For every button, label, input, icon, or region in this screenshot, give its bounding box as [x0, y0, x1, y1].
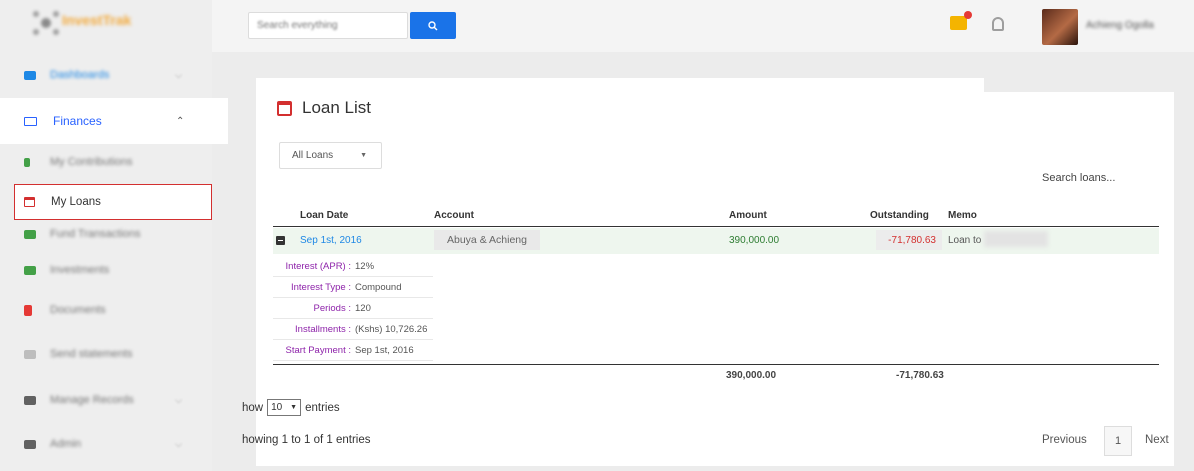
mail-icon[interactable]	[950, 16, 967, 30]
entries-select[interactable]: 10 ▼	[267, 399, 302, 416]
detail-row: Periods : 120	[273, 298, 433, 319]
pagination-previous[interactable]: Previous	[1042, 434, 1087, 446]
loan-filter-select[interactable]: All Loans ▼	[279, 142, 382, 169]
column-header-amount[interactable]: Amount	[729, 210, 767, 221]
records-icon	[24, 395, 36, 405]
detail-label: Interest (APR) :	[285, 260, 351, 272]
page-title-text: Loan List	[302, 98, 371, 117]
detail-value: 12%	[355, 260, 375, 272]
column-header-loan-date[interactable]: Loan Date	[300, 210, 348, 221]
detail-row: Interest (APR) : 12%	[273, 256, 433, 277]
search-box	[248, 12, 415, 39]
transactions-icon	[24, 229, 36, 239]
loan-filter-value: All Loans	[292, 150, 334, 161]
chevron-down-icon: ⌵	[175, 438, 182, 449]
footer-divider	[273, 364, 1159, 365]
sidebar-item-my-loans[interactable]: My Loans	[14, 184, 212, 220]
user-name[interactable]: Achieng Ogolla	[1086, 20, 1154, 31]
search-button[interactable]	[410, 12, 456, 39]
dropdown-arrow-icon: ▼	[290, 404, 298, 411]
column-header-outstanding[interactable]: Outstanding	[870, 210, 929, 221]
total-outstanding: -71,780.63	[896, 370, 944, 381]
investments-icon	[24, 265, 36, 275]
sidebar-item-label: Investments	[50, 264, 110, 276]
entries-length: how 10 ▼ entries	[242, 399, 340, 416]
entries-label: entries	[305, 401, 340, 414]
money-icon	[24, 116, 37, 126]
sidebar-item-send-statements[interactable]: Send statements	[0, 336, 212, 372]
chevron-down-icon: ▼	[360, 152, 367, 159]
notification-dot	[964, 11, 972, 19]
sidebar-item-investments[interactable]: Investments	[0, 252, 212, 288]
pagination-next[interactable]: Next	[1145, 434, 1169, 446]
detail-label: Start Payment :	[285, 344, 351, 356]
page-title: Loan List	[277, 98, 371, 118]
entries-select-value: 10	[271, 402, 283, 413]
brand-name: InvestTrak	[62, 12, 132, 28]
detail-label: Interest Type :	[290, 281, 351, 293]
chevron-up-icon: ⌃	[176, 115, 185, 127]
account-badge: Abuya & Achieng	[434, 230, 540, 250]
sidebar: InvestTrak Dashboards ⌵ Finances ⌃ My Co…	[0, 0, 228, 471]
pagination-page[interactable]: 1	[1104, 426, 1132, 456]
column-header-memo[interactable]: Memo	[948, 210, 977, 221]
loan-amount: 390,000.00	[729, 235, 780, 246]
calendar-icon	[24, 197, 35, 207]
sidebar-item-dashboards[interactable]: Dashboards ⌵	[0, 57, 212, 93]
top-bar: Achieng Ogolla	[212, 0, 1194, 52]
column-header-account[interactable]: Account	[434, 210, 474, 221]
detail-row: Start Payment : Sep 1st, 2016	[273, 340, 433, 361]
sidebar-item-label: Send statements	[50, 348, 133, 360]
detail-label: Periods :	[313, 302, 352, 314]
detail-row: Interest Type : Compound	[273, 277, 433, 298]
loan-outstanding: -71,780.63	[876, 230, 942, 250]
show-label: how	[242, 401, 264, 414]
loan-date-link[interactable]: Sep 1st, 2016	[300, 235, 362, 246]
search-input[interactable]	[249, 13, 415, 38]
search-icon	[428, 20, 438, 30]
detail-value: Compound	[355, 281, 402, 293]
documents-icon	[24, 304, 32, 316]
loan-list-card: Loan List All Loans ▼ Search loans... Lo…	[256, 92, 1174, 466]
detail-value: (Kshs) 10,726.26	[355, 323, 428, 335]
sidebar-item-admin[interactable]: Admin ⌵	[0, 426, 212, 462]
total-amount: 390,000.00	[726, 370, 777, 381]
dashboard-icon	[24, 70, 36, 80]
header-divider	[273, 226, 1159, 227]
detail-value: 120	[355, 302, 371, 314]
collapse-icon[interactable]	[276, 236, 285, 245]
sidebar-item-label: Documents	[50, 304, 106, 316]
sidebar-item-manage-records[interactable]: Manage Records ⌵	[0, 382, 212, 418]
detail-label: Installments :	[295, 323, 351, 335]
sidebar-item-label: My Contributions	[50, 156, 133, 168]
detail-row: Installments : (Kshs) 10,726.26	[273, 319, 433, 340]
contributions-icon	[24, 157, 30, 167]
sidebar-item-label: My Loans	[51, 196, 101, 208]
sidebar-item-fund-transactions[interactable]: Fund Transactions	[0, 216, 212, 252]
sidebar-item-finances[interactable]: Finances ⌃	[0, 98, 228, 144]
avatar[interactable]	[1042, 9, 1078, 45]
chevron-down-icon: ⌵	[175, 394, 182, 405]
search-loans-input[interactable]: Search loans...	[1042, 172, 1115, 184]
sidebar-item-label: Finances	[53, 114, 102, 128]
sidebar-item-label: Manage Records	[50, 394, 134, 406]
calendar-icon	[277, 100, 292, 116]
sidebar-item-documents[interactable]: Documents	[0, 292, 212, 328]
sidebar-item-contributions[interactable]: My Contributions	[0, 144, 212, 180]
bell-icon[interactable]	[992, 17, 1004, 31]
table-info: howing 1 to 1 of 1 entries	[242, 434, 371, 446]
loan-memo: Loan to	[948, 235, 982, 246]
detail-value: Sep 1st, 2016	[355, 344, 414, 356]
chevron-down-icon: ⌵	[175, 69, 182, 80]
statements-icon	[24, 349, 36, 359]
memo-redacted	[984, 231, 1048, 247]
sidebar-item-label: Fund Transactions	[50, 228, 141, 240]
admin-icon	[24, 439, 36, 449]
sidebar-item-label: Dashboards	[50, 69, 110, 81]
sidebar-item-label: Admin	[50, 438, 82, 450]
logo-icon	[33, 11, 59, 35]
